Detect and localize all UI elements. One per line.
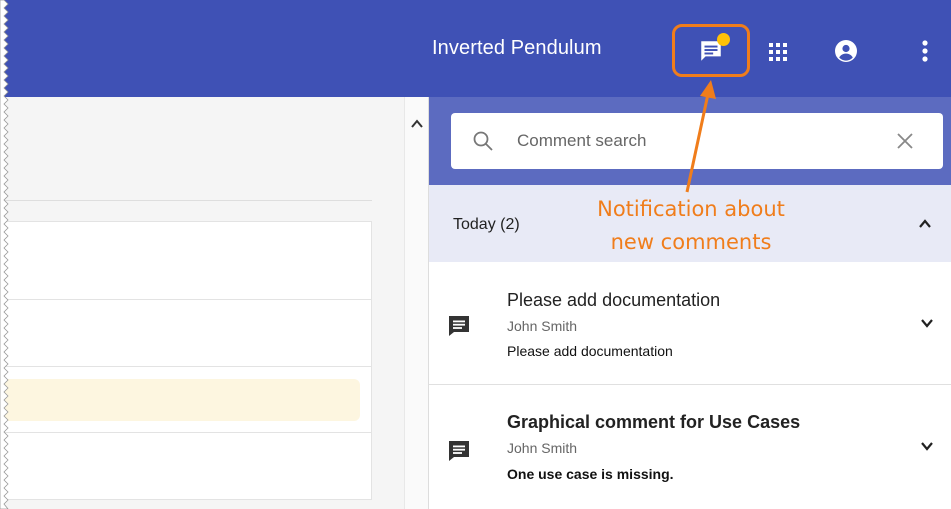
account-button[interactable] — [832, 37, 860, 65]
content-row-divider — [0, 366, 371, 367]
comment-text: One use case is missing. — [507, 466, 674, 482]
account-circle-icon — [835, 40, 857, 62]
comment-author: John Smith — [507, 440, 578, 456]
comment-title: Graphical comment for Use Cases — [507, 412, 801, 432]
notification-dot — [717, 33, 730, 46]
comment-icon — [449, 441, 469, 461]
comments-button[interactable] — [672, 24, 750, 77]
content-row-divider — [0, 299, 371, 300]
main-content-area — [0, 97, 404, 509]
app-window: Inverted Pendulum Comment search Today (… — [0, 0, 951, 509]
more-menu-button[interactable] — [916, 37, 934, 65]
annotation-line-1: Notification about — [597, 197, 785, 221]
comment-item[interactable]: Please add documentation John Smith Plea… — [429, 262, 951, 385]
content-row-divider — [0, 432, 371, 433]
comment-text: Please add documentation — [507, 343, 673, 359]
comment-search-input[interactable] — [517, 124, 887, 158]
content-header — [0, 97, 372, 201]
comment-title: Please add documentation — [507, 290, 721, 310]
comment-item[interactable]: Graphical comment for Use Cases John Smi… — [429, 385, 951, 509]
close-icon[interactable] — [895, 131, 915, 151]
comments-panel: Today (2) Please add documentation John … — [428, 97, 951, 509]
highlighted-row[interactable] — [0, 379, 360, 421]
comment-group-label: Today (2) — [453, 216, 520, 233]
content-scrollbar[interactable] — [404, 97, 428, 509]
torn-edge — [0, 0, 9, 509]
more-vert-icon — [922, 40, 928, 62]
comment-search-bar — [429, 97, 951, 185]
app-bar: Inverted Pendulum — [0, 0, 951, 97]
chevron-down-icon[interactable] — [919, 315, 935, 331]
chevron-up-icon[interactable] — [917, 216, 933, 232]
scroll-up-icon[interactable] — [410, 117, 424, 131]
comment-search-box — [451, 113, 943, 169]
apps-button[interactable] — [764, 38, 792, 66]
search-icon — [473, 131, 493, 151]
apps-grid-icon — [769, 43, 787, 61]
chevron-down-icon[interactable] — [919, 438, 935, 454]
project-title: Inverted Pendulum — [432, 37, 602, 59]
content-card — [0, 221, 372, 500]
annotation-callout: Notification about new comments — [551, 193, 831, 259]
comment-icon — [449, 316, 469, 336]
annotation-line-2: new comments — [610, 230, 772, 254]
comment-author: John Smith — [507, 318, 578, 334]
